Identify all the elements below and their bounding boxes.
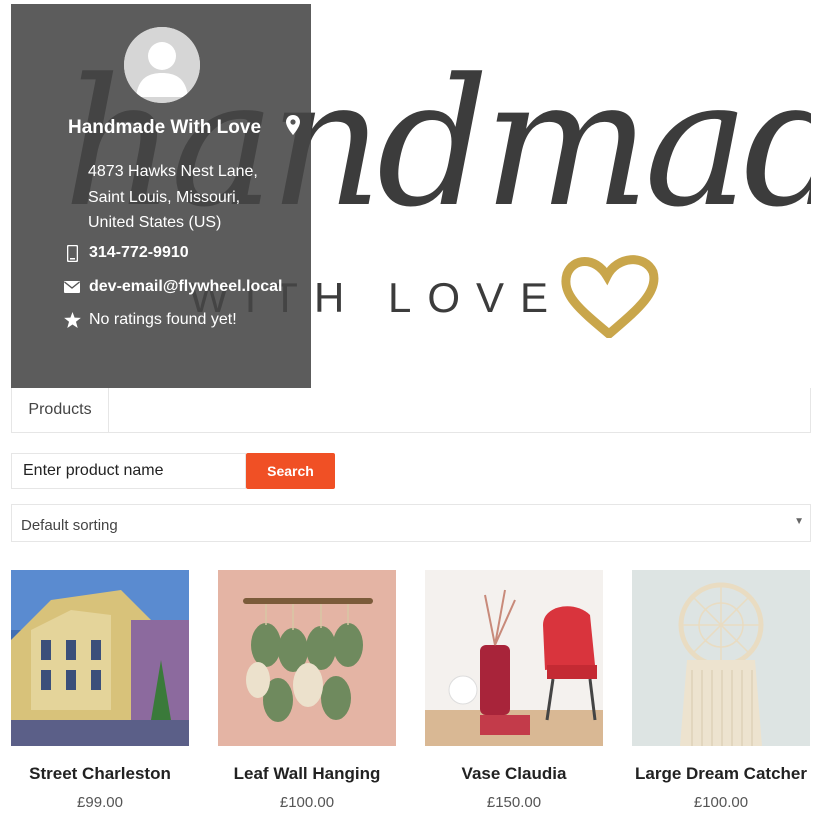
sorting-selected-value: Default sorting: [21, 517, 118, 534]
product-price: £99.00: [77, 794, 123, 811]
product-price: £150.00: [486, 794, 542, 811]
product-image[interactable]: [11, 570, 189, 746]
address-line: 4873 Hawks Nest Lane,: [88, 163, 258, 180]
user-avatar-icon: [124, 27, 200, 103]
store-tabs: Products: [11, 388, 811, 433]
tab-products[interactable]: Products: [12, 388, 109, 432]
product-image[interactable]: [632, 570, 810, 746]
mobile-phone-icon: [63, 244, 81, 262]
product-image[interactable]: [218, 570, 396, 746]
dream-catcher-image: [632, 570, 810, 746]
star-icon: [63, 311, 81, 329]
product-search-input[interactable]: Enter product name: [11, 453, 246, 489]
dropdown-arrow-icon: ▼: [794, 516, 804, 527]
avatar: [124, 27, 200, 103]
email-address: dev-email@flywheel.local: [89, 278, 283, 295]
location-pin-icon: [286, 115, 300, 135]
product-title[interactable]: Street Charleston: [11, 764, 189, 784]
product-price: £100.00: [693, 794, 749, 811]
leaf-hanging-image: [218, 570, 396, 746]
store-email: dev-email@flywheel.local: [63, 278, 282, 296]
product-title[interactable]: Large Dream Catcher: [632, 764, 810, 784]
store-phone: 314-772-9910: [63, 244, 189, 262]
search-button[interactable]: Search: [246, 453, 335, 489]
address-line: United States (US): [88, 214, 222, 231]
product-title[interactable]: Leaf Wall Hanging: [218, 764, 396, 784]
store-name: Handmade With Love: [68, 117, 262, 138]
product-card[interactable]: Large Dream Catcher £100.00: [632, 570, 810, 811]
product-card[interactable]: Vase Claudia £150.00: [425, 570, 603, 811]
product-card[interactable]: Street Charleston £99.00: [11, 570, 189, 811]
store-rating: No ratings found yet!: [63, 311, 237, 329]
product-price: £100.00: [279, 794, 335, 811]
product-card[interactable]: Leaf Wall Hanging £100.00: [218, 570, 396, 811]
sorting-select[interactable]: Default sorting ▼: [11, 504, 811, 542]
store-address: 4873 Hawks Nest Lane, Saint Louis, Misso…: [88, 159, 303, 236]
store-info-card: Handmade With Love 4873 Hawks Nest Lane,…: [11, 4, 311, 388]
phone-number: 314-772-9910: [89, 244, 189, 261]
painting-image: [11, 570, 189, 746]
address-line: Saint Louis, Missouri,: [88, 188, 241, 206]
product-title[interactable]: Vase Claudia: [425, 764, 603, 784]
product-image[interactable]: [425, 570, 603, 746]
heart-icon: [561, 255, 659, 338]
vase-image: [425, 570, 603, 746]
envelope-icon: [63, 278, 81, 296]
rating-text: No ratings found yet!: [89, 311, 237, 328]
